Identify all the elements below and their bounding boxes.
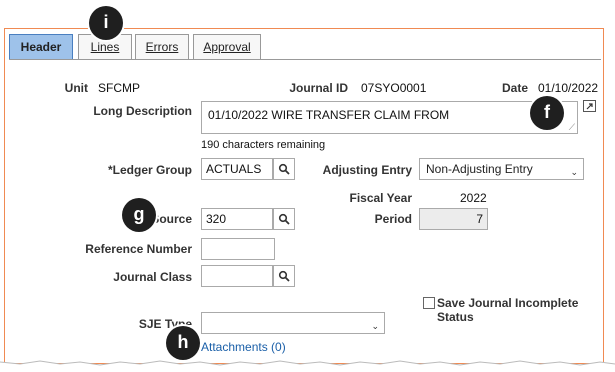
tab-approval[interactable]: Approval — [193, 34, 261, 59]
chevron-down-icon: ⌄ — [570, 167, 578, 177]
sje-type-select[interactable]: ⌄ — [201, 312, 385, 334]
search-icon — [278, 213, 290, 225]
date-label: Date — [501, 81, 528, 95]
unit-label: Unit — [64, 81, 88, 95]
period-input: 7 — [419, 208, 488, 230]
date-value: 01/10/2022 — [538, 81, 599, 95]
journal-id-label: Journal ID — [289, 81, 348, 95]
journal-id-value: 07SYO0001 — [361, 81, 427, 95]
ledger-group-input[interactable]: ACTUALS — [201, 158, 273, 180]
tab-header-label: Header — [20, 40, 62, 54]
fiscal-year-value: 2022 — [460, 191, 487, 205]
reference-number-label: Reference Number — [85, 242, 192, 256]
search-icon — [278, 163, 290, 175]
adjusting-entry-value: Non-Adjusting Entry — [426, 162, 533, 176]
long-description-input[interactable]: 01/10/2022 WIRE TRANSFER CLAIM FROM ⟋ — [201, 101, 578, 134]
tab-lines-label: Lines — [90, 40, 120, 54]
torn-edge — [0, 360, 615, 372]
long-description-label: Long Description — [93, 104, 192, 118]
callout-h: h — [166, 326, 200, 360]
callout-i: i — [89, 6, 123, 40]
adjusting-entry-select[interactable]: Non-Adjusting Entry ⌄ — [419, 158, 584, 180]
resize-grip-icon: ⟋ — [568, 122, 575, 132]
search-icon — [278, 270, 290, 282]
long-description-value: 01/10/2022 WIRE TRANSFER CLAIM FROM — [208, 108, 450, 122]
ledger-group-lookup-button[interactable] — [273, 158, 295, 180]
tab-errors[interactable]: Errors — [135, 34, 189, 59]
journal-class-label: Journal Class — [113, 270, 192, 284]
journal-class-lookup-button[interactable] — [273, 265, 295, 287]
tab-header[interactable]: Header — [9, 34, 73, 59]
callout-f: f — [530, 96, 564, 130]
chars-remaining: 190 characters remaining — [201, 139, 326, 151]
unit-value: SFCMP — [98, 81, 140, 95]
source-input[interactable]: 320 — [201, 208, 273, 230]
save-incomplete-label: Save Journal Incomplete Status — [437, 296, 579, 324]
period-label: Period — [374, 212, 412, 226]
attachments-link[interactable]: Attachments (0) — [201, 340, 286, 354]
ledger-group-label: *Ledger Group — [107, 163, 192, 177]
adjusting-entry-label: Adjusting Entry — [322, 163, 412, 177]
reference-number-input[interactable] — [201, 238, 275, 260]
tab-divider — [9, 59, 601, 60]
expand-icon[interactable] — [583, 100, 596, 112]
source-lookup-button[interactable] — [273, 208, 295, 230]
tab-approval-label: Approval — [203, 40, 251, 54]
journal-class-input[interactable] — [201, 265, 273, 287]
callout-g: g — [122, 198, 156, 232]
tab-errors-label: Errors — [145, 40, 179, 54]
save-incomplete-checkbox[interactable] — [423, 297, 435, 309]
chevron-down-icon: ⌄ — [371, 321, 379, 331]
fiscal-year-label: Fiscal Year — [349, 191, 413, 205]
